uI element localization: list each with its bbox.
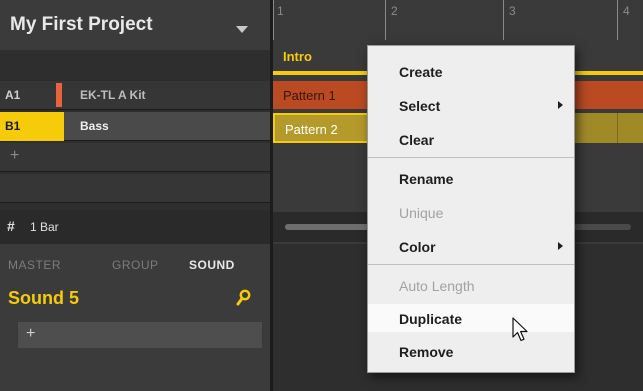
menu-item-label: Remove xyxy=(399,344,454,360)
bar-number: 2 xyxy=(391,4,398,18)
pattern-clip-b1[interactable]: Pattern 2 xyxy=(273,113,369,143)
tab-master[interactable]: MASTER xyxy=(8,258,61,272)
menu-item-remove[interactable]: Remove xyxy=(368,337,574,365)
menu-item-auto-length: Auto Length xyxy=(368,271,574,299)
menu-item-duplicate[interactable]: Duplicate xyxy=(368,304,574,332)
sound-panel: MASTER GROUP SOUND Sound 5 xyxy=(0,244,270,391)
menu-item-color[interactable]: Color xyxy=(368,232,574,260)
group-row-a1[interactable]: A1 EK-TL A Kit xyxy=(0,81,270,110)
bar-number: 4 xyxy=(623,4,630,18)
bar-tick xyxy=(385,0,386,40)
add-sound-button[interactable]: + xyxy=(18,322,262,348)
submenu-arrow-icon xyxy=(558,101,563,109)
menu-item-label: Unique xyxy=(399,205,444,221)
group-slot-label: A1 xyxy=(5,88,21,102)
pattern-name: Pattern 1 xyxy=(283,88,336,103)
menu-separator xyxy=(368,157,574,158)
add-icon[interactable]: + xyxy=(10,147,19,165)
menu-item-label: Duplicate xyxy=(399,311,463,327)
group-row-b1[interactable]: B1 Bass xyxy=(0,112,270,141)
menu-item-label: Auto Length xyxy=(399,278,475,294)
pattern-length-label: 1 Bar xyxy=(30,220,59,234)
add-icon: + xyxy=(26,325,36,342)
pattern-name: Pattern 2 xyxy=(285,122,338,137)
group-slot-label: B1 xyxy=(5,119,21,133)
group-name: Bass xyxy=(80,119,109,133)
menu-item-label: Color xyxy=(399,239,436,255)
group-name: EK-TL A Kit xyxy=(80,88,146,102)
bar-number: 1 xyxy=(277,4,284,18)
add-group-row[interactable]: + xyxy=(0,143,270,172)
menu-item-label: Rename xyxy=(399,171,454,187)
timeline-ruler[interactable]: 1 2 3 4 xyxy=(273,0,643,40)
submenu-arrow-icon xyxy=(558,242,563,250)
menu-item-create[interactable]: Create xyxy=(368,57,574,85)
grid-line xyxy=(617,113,618,143)
grid-icon: # xyxy=(7,218,15,234)
bar-number: 3 xyxy=(509,4,516,18)
context-menu: Create Select Clear Rename Unique Color … xyxy=(367,45,575,373)
dropdown-arrow-icon[interactable] xyxy=(236,26,248,33)
project-header[interactable]: My First Project xyxy=(0,0,270,50)
bar-tick xyxy=(503,0,504,40)
search-icon[interactable] xyxy=(236,289,252,307)
group-row-empty xyxy=(0,174,270,203)
tab-group[interactable]: GROUP xyxy=(112,258,159,272)
pattern-length-row[interactable]: # 1 Bar xyxy=(0,212,270,242)
bar-tick xyxy=(617,0,618,40)
tab-sound[interactable]: SOUND xyxy=(189,258,235,272)
group-color-swatch xyxy=(56,83,62,107)
menu-item-clear[interactable]: Clear xyxy=(368,125,574,153)
menu-separator xyxy=(368,264,574,265)
scene-name: Intro xyxy=(283,49,312,64)
menu-item-label: Select xyxy=(399,98,441,114)
menu-item-unique: Unique xyxy=(368,198,574,226)
bar-tick xyxy=(273,0,274,40)
menu-item-rename[interactable]: Rename xyxy=(368,164,574,192)
sound-name[interactable]: Sound 5 xyxy=(8,288,79,309)
mouse-cursor-icon xyxy=(512,317,528,342)
menu-item-label: Create xyxy=(399,64,443,80)
menu-item-label: Clear xyxy=(399,132,435,148)
project-title: My First Project xyxy=(10,14,153,35)
menu-item-select[interactable]: Select xyxy=(368,91,574,119)
